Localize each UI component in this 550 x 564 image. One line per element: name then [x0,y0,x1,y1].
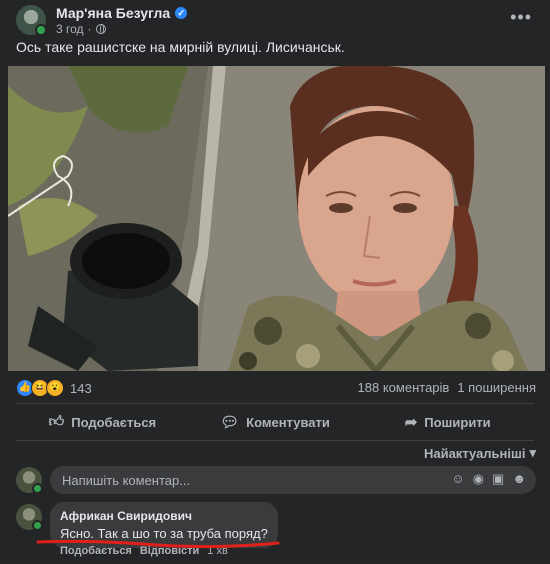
comment-label: Коментувати [246,414,330,430]
sticker-icon[interactable]: ☻ [512,471,526,487]
share-label: Поширити [424,414,491,430]
share-button[interactable]: ➦ Поширити [361,407,534,437]
reactions-summary[interactable]: 👍 😆 😮 143 [16,379,92,397]
wow-reaction-icon: 😮 [46,379,64,397]
divider [16,403,534,404]
reaction-count: 143 [70,380,92,396]
red-annotation-underline [36,539,280,549]
current-user-avatar[interactable] [16,467,43,494]
author-name[interactable]: Мар'яна Безугла [56,5,170,21]
shares-count[interactable]: 1 поширення [457,380,536,395]
like-icon: 👍︎ [48,413,65,430]
more-horizontal-icon: ••• [510,7,532,27]
share-icon: ➦ [404,414,418,431]
post-time-row: 3 год · [56,22,187,36]
camera-icon[interactable]: ◉ [473,471,484,487]
post-meta: Мар'яна Безугла ✓ 3 год · [56,5,188,36]
more-options-button[interactable]: ••• [510,7,532,28]
comment-composer: ☺ ◉ ▣ ☻ [16,465,536,495]
post-caption: Ось таке рашистске на мирній вулиці. Лис… [16,39,345,55]
like-button[interactable]: 👍︎ Подобається [16,407,189,437]
commenter-name[interactable]: Африкан Свиридович [60,509,268,523]
post-header: Мар'яна Безугла ✓ 3 год · [16,5,188,36]
author-avatar[interactable] [16,5,47,36]
comments-count[interactable]: 188 коментарів [358,380,450,395]
photo-illustration [8,66,545,371]
author-row: Мар'яна Безугла ✓ [56,5,188,21]
post-stats: 👍 😆 😮 143 188 коментарів 1 поширення [16,378,536,398]
comment-button[interactable]: 💬︎ Коментувати [189,407,362,437]
sort-label: Найактуальніші [423,445,526,461]
comment-icon: 💬︎ [220,414,240,431]
caret-down-icon: ▾ [529,445,536,460]
post-photo[interactable] [8,66,545,371]
gif-icon[interactable]: ▣ [492,471,504,487]
composer-icons: ☺ ◉ ▣ ☻ [451,471,526,487]
post-time[interactable]: 3 год [56,22,84,36]
globe-icon [95,23,106,34]
post-card: Мар'яна Безугла ✓ 3 год · ••• Ось таке р… [0,0,550,564]
verified-badge-icon: ✓ [175,6,188,19]
divider [16,440,534,441]
engagement-stats: 188 коментарів 1 поширення [358,380,536,395]
commenter-avatar[interactable] [16,504,43,531]
emoji-icon[interactable]: ☺ [451,471,464,487]
post-actions: 👍︎ Подобається 💬︎ Коментувати ➦ Поширити [16,407,534,437]
comment-sort-dropdown[interactable]: Найактуальніші ▾ [424,445,536,461]
like-label: Подобається [71,414,157,430]
